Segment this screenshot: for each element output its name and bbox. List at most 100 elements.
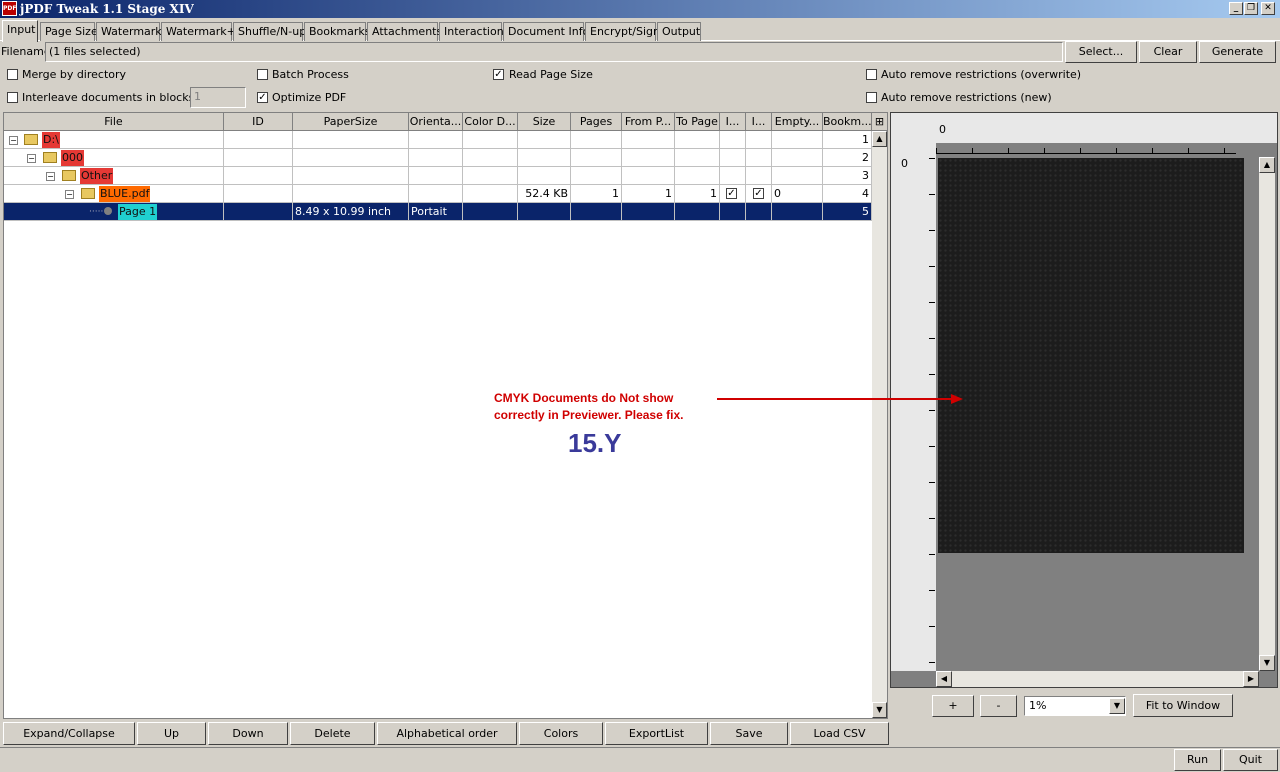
- table-row[interactable]: − Other 3: [4, 167, 872, 185]
- auto-remove-new-checkbox[interactable]: [866, 92, 877, 103]
- preview-scroll-up-icon[interactable]: ▲: [1259, 157, 1275, 173]
- file-table: File ID PaperSize Orienta... Color D... …: [3, 112, 888, 719]
- run-button[interactable]: Run: [1174, 749, 1221, 771]
- tab-output[interactable]: Output: [657, 22, 701, 41]
- auto-remove-overwrite-checkbox[interactable]: [866, 69, 877, 80]
- col-header-orientation[interactable]: Orienta...: [409, 113, 463, 131]
- scroll-down-icon[interactable]: ▼: [872, 702, 887, 718]
- dropdown-arrow-icon[interactable]: ▼: [1109, 698, 1125, 714]
- batch-process-label: Batch Process: [272, 68, 349, 81]
- zoom-out-button[interactable]: -: [980, 695, 1017, 717]
- collapse-icon[interactable]: −: [65, 190, 74, 199]
- annotation-line-1: CMYK Documents do Not show: [494, 391, 674, 405]
- pdf-page-preview: [938, 158, 1244, 553]
- up-button[interactable]: Up: [137, 722, 206, 745]
- preview-scroll-left-icon[interactable]: ◀: [936, 671, 952, 687]
- zoom-value: 1%: [1029, 699, 1047, 712]
- clear-button[interactable]: Clear: [1139, 41, 1197, 63]
- zoom-in-button[interactable]: +: [932, 695, 974, 717]
- col-header-empty[interactable]: Empty...: [772, 113, 823, 131]
- col-header-i2[interactable]: I...: [746, 113, 772, 131]
- interleave-checkbox[interactable]: [7, 92, 18, 103]
- col-header-papersize[interactable]: PaperSize: [293, 113, 409, 131]
- preview-scroll-right-icon[interactable]: ▶: [1243, 671, 1259, 687]
- to-page-cell: 1: [675, 185, 720, 203]
- optimize-pdf-checkbox[interactable]: ✓: [257, 92, 268, 103]
- expand-collapse-button[interactable]: Expand/Collapse: [3, 722, 135, 745]
- auto-remove-overwrite-label: Auto remove restrictions (overwrite): [881, 68, 1082, 81]
- colors-button[interactable]: Colors: [519, 722, 603, 745]
- table-row[interactable]: − 000 2: [4, 149, 872, 167]
- i2-checkbox[interactable]: ✓: [753, 188, 764, 199]
- delete-button[interactable]: Delete: [290, 722, 375, 745]
- collapse-icon[interactable]: −: [9, 136, 18, 145]
- batch-process-checkbox[interactable]: [257, 69, 268, 80]
- papersize-cell: 8.49 x 10.99 inch: [293, 203, 409, 221]
- page-icon: [104, 207, 112, 215]
- maximize-button[interactable]: ❐: [1244, 2, 1258, 15]
- col-header-file[interactable]: File: [4, 113, 224, 131]
- collapse-icon[interactable]: −: [46, 172, 55, 181]
- scroll-up-icon[interactable]: ▲: [872, 131, 887, 147]
- table-row[interactable]: − D:\ 1: [4, 131, 872, 149]
- merge-by-directory-label: Merge by directory: [22, 68, 127, 81]
- export-list-button[interactable]: ExportList: [605, 722, 708, 745]
- table-row[interactable]: − BLUE.pdf 52.4 KB 1 1 1 ✓ ✓ 0 4: [4, 185, 872, 203]
- tab-input[interactable]: Input: [2, 20, 38, 42]
- folder-icon: [24, 134, 38, 145]
- down-button[interactable]: Down: [208, 722, 288, 745]
- col-header-bookmark[interactable]: Bookm...: [823, 113, 872, 131]
- col-header-i1[interactable]: I...: [720, 113, 746, 131]
- preview-hscrollbar[interactable]: ◀ ▶: [936, 671, 1259, 687]
- read-page-size-checkbox[interactable]: ✓: [493, 69, 504, 80]
- minimize-button[interactable]: _: [1229, 2, 1243, 15]
- folder-icon: [43, 152, 57, 163]
- table-row-selected[interactable]: ····· Page 1 8.49 x 10.99 inch Portait 5: [4, 203, 872, 221]
- tab-shuffle[interactable]: Shuffle/N-up: [233, 22, 306, 41]
- i1-checkbox[interactable]: ✓: [726, 188, 737, 199]
- col-header-id[interactable]: ID: [224, 113, 293, 131]
- save-button[interactable]: Save: [710, 722, 788, 745]
- table-scrollbar[interactable]: ▲ ▼: [872, 131, 887, 718]
- tab-watermark[interactable]: Watermark: [96, 22, 162, 41]
- load-csv-button[interactable]: Load CSV: [790, 722, 889, 745]
- collapse-icon[interactable]: −: [27, 154, 36, 163]
- auto-remove-new-label: Auto remove restrictions (new): [881, 91, 1052, 104]
- version-label: 15.Y: [568, 428, 622, 458]
- tab-bookmarks[interactable]: Bookmarks: [304, 22, 370, 41]
- title-bar: PDF jPDF Tweak 1.1 Stage XIV _ ❐ ✕: [0, 0, 1280, 18]
- close-button[interactable]: ✕: [1261, 2, 1275, 15]
- col-header-size[interactable]: Size: [518, 113, 571, 131]
- tab-interaction[interactable]: Interaction: [439, 22, 504, 41]
- tab-encrypt-sign[interactable]: Encrypt/Sign: [585, 22, 660, 41]
- optimize-pdf-label: Optimize PDF: [272, 91, 347, 104]
- tab-attachments[interactable]: Attachments: [367, 22, 442, 41]
- select-button[interactable]: Select...: [1065, 41, 1137, 63]
- interleave-label: Interleave documents in blocks of: [22, 91, 209, 104]
- col-header-to-page[interactable]: To Page: [675, 113, 720, 131]
- preview-scroll-down-icon[interactable]: ▼: [1259, 655, 1275, 671]
- col-header-color[interactable]: Color D...: [463, 113, 518, 131]
- tab-document-info[interactable]: Document Info: [503, 22, 589, 41]
- tab-watermark-plus[interactable]: Watermark+: [161, 22, 236, 41]
- preview-vscrollbar[interactable]: ▲ ▼: [1259, 157, 1275, 671]
- bookmark-cell: 3: [823, 167, 872, 185]
- alphabetical-order-button[interactable]: Alphabetical order: [377, 722, 517, 745]
- folder-icon: [62, 170, 76, 181]
- empty-cell: 0: [772, 185, 823, 203]
- merge-by-directory-checkbox[interactable]: [7, 69, 18, 80]
- quit-button[interactable]: Quit: [1223, 749, 1278, 771]
- tab-page-size[interactable]: Page Size: [40, 22, 98, 41]
- pages-cell: 1: [571, 185, 622, 203]
- col-header-from-page[interactable]: From P...: [622, 113, 675, 131]
- col-header-pages[interactable]: Pages: [571, 113, 622, 131]
- fit-to-window-button[interactable]: Fit to Window: [1133, 694, 1233, 717]
- tree-label: BLUE.pdf: [99, 186, 151, 202]
- interleave-blocks-input[interactable]: 1: [190, 87, 246, 108]
- filename-label: Filename: [1, 45, 51, 58]
- zoom-select[interactable]: 1% ▼: [1024, 696, 1126, 716]
- generate-button[interactable]: Generate: [1199, 41, 1276, 63]
- annotation-line-2: correctly in Previewer. Please fix.: [494, 408, 684, 422]
- column-chooser-icon[interactable]: ⊞: [872, 113, 887, 131]
- annotation-arrow-icon: [717, 394, 963, 404]
